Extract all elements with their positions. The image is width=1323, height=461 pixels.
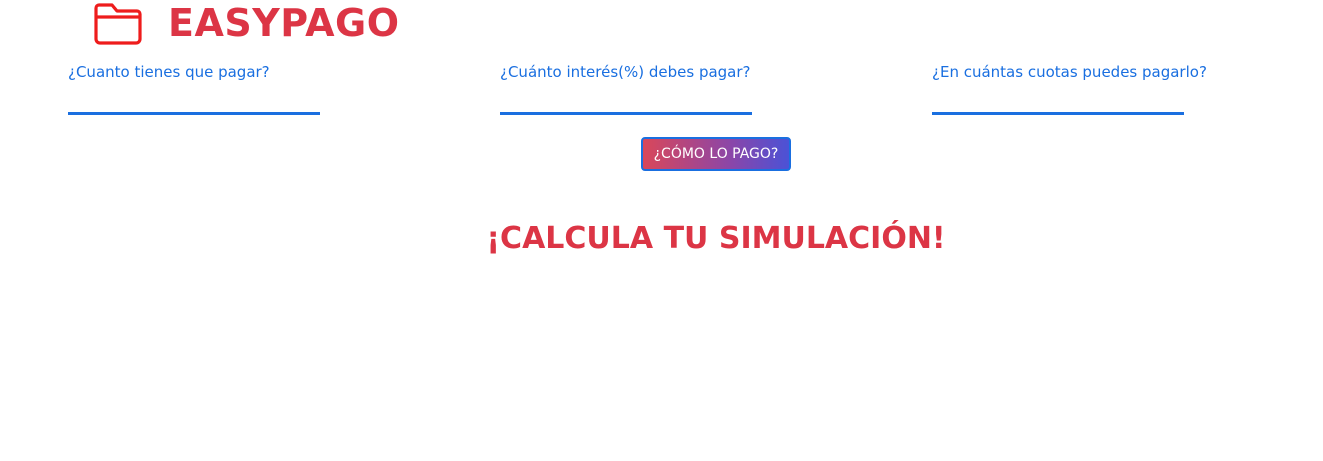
interest-label: ¿Cuánto interés(%) debes pagar?: [500, 63, 751, 81]
calculate-button[interactable]: ¿CÓMO LO PAGO?: [641, 137, 791, 171]
simulation-heading: ¡CALCULA TU SIMULACIÓN!: [486, 221, 946, 256]
page: EASYPAGO ¿Cuanto tienes que pagar? ¿Cuán…: [0, 0, 1323, 461]
brand-title: EASYPAGO: [168, 1, 400, 45]
interest-input[interactable]: [500, 90, 752, 115]
brand-header: EASYPAGO: [92, 0, 400, 46]
folder-icon: [94, 3, 142, 45]
interest-field-group: ¿Cuánto interés(%) debes pagar?: [500, 62, 752, 115]
installments-input[interactable]: [932, 90, 1184, 115]
amount-field-group: ¿Cuanto tienes que pagar?: [68, 62, 320, 115]
amount-input[interactable]: [68, 90, 320, 115]
amount-label: ¿Cuanto tienes que pagar?: [68, 63, 270, 81]
installments-label: ¿En cuántas cuotas puedes pagarlo?: [932, 63, 1207, 81]
installments-field-group: ¿En cuántas cuotas puedes pagarlo?: [932, 62, 1207, 115]
